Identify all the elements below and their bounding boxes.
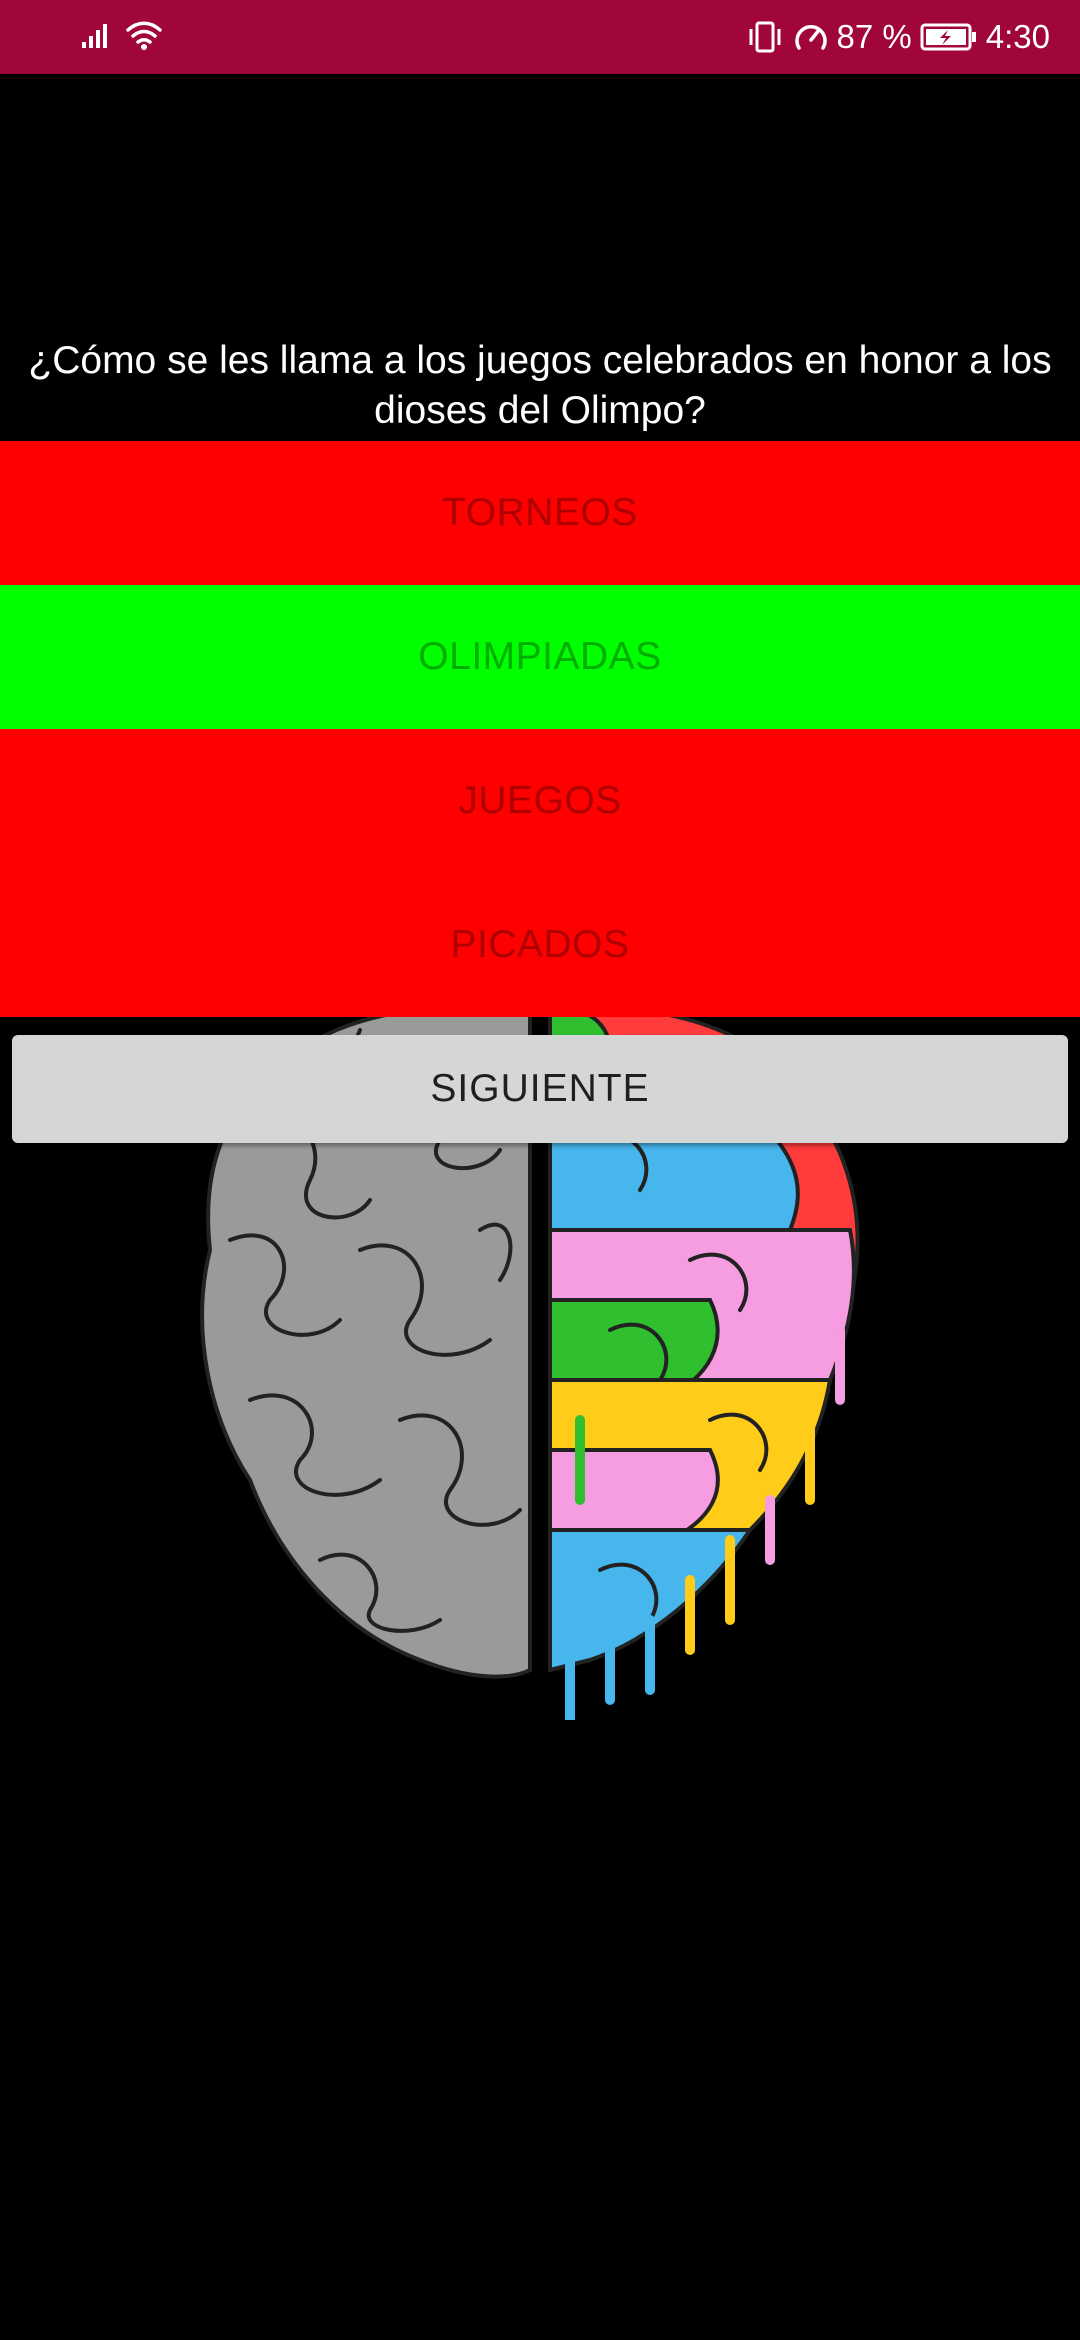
quiz-screen: 87 % 4:30 ¿Cómo se les llama a los juego… xyxy=(0,0,1080,2340)
clock: 4:30 xyxy=(985,18,1050,55)
answer-option-1[interactable]: TORNEOS xyxy=(0,441,1080,585)
status-right: 87 % 4:30 xyxy=(745,10,1050,64)
answer-option-2[interactable]: OLIMPIADAS xyxy=(0,585,1080,729)
next-button[interactable]: SIGUIENTE xyxy=(12,1035,1068,1143)
answer-label: PICADOS xyxy=(450,923,630,966)
answer-label: OLIMPIADAS xyxy=(418,635,662,678)
signal-icon xyxy=(80,20,114,55)
status-left xyxy=(80,14,164,60)
answer-label: TORNEOS xyxy=(442,491,638,534)
data-saver-icon xyxy=(793,20,829,54)
answer-option-3[interactable]: JUEGOS xyxy=(0,729,1080,873)
answer-label: JUEGOS xyxy=(458,779,622,822)
battery-percent: 87 % xyxy=(836,18,912,55)
wifi-icon xyxy=(124,18,164,57)
status-bar: 87 % 4:30 xyxy=(0,0,1080,74)
battery-charging-icon xyxy=(920,22,978,52)
vibrate-icon xyxy=(745,20,785,54)
answer-option-4[interactable]: PICADOS xyxy=(0,873,1080,1017)
question-text: ¿Cómo se les llama a los juegos celebrad… xyxy=(28,339,1052,432)
